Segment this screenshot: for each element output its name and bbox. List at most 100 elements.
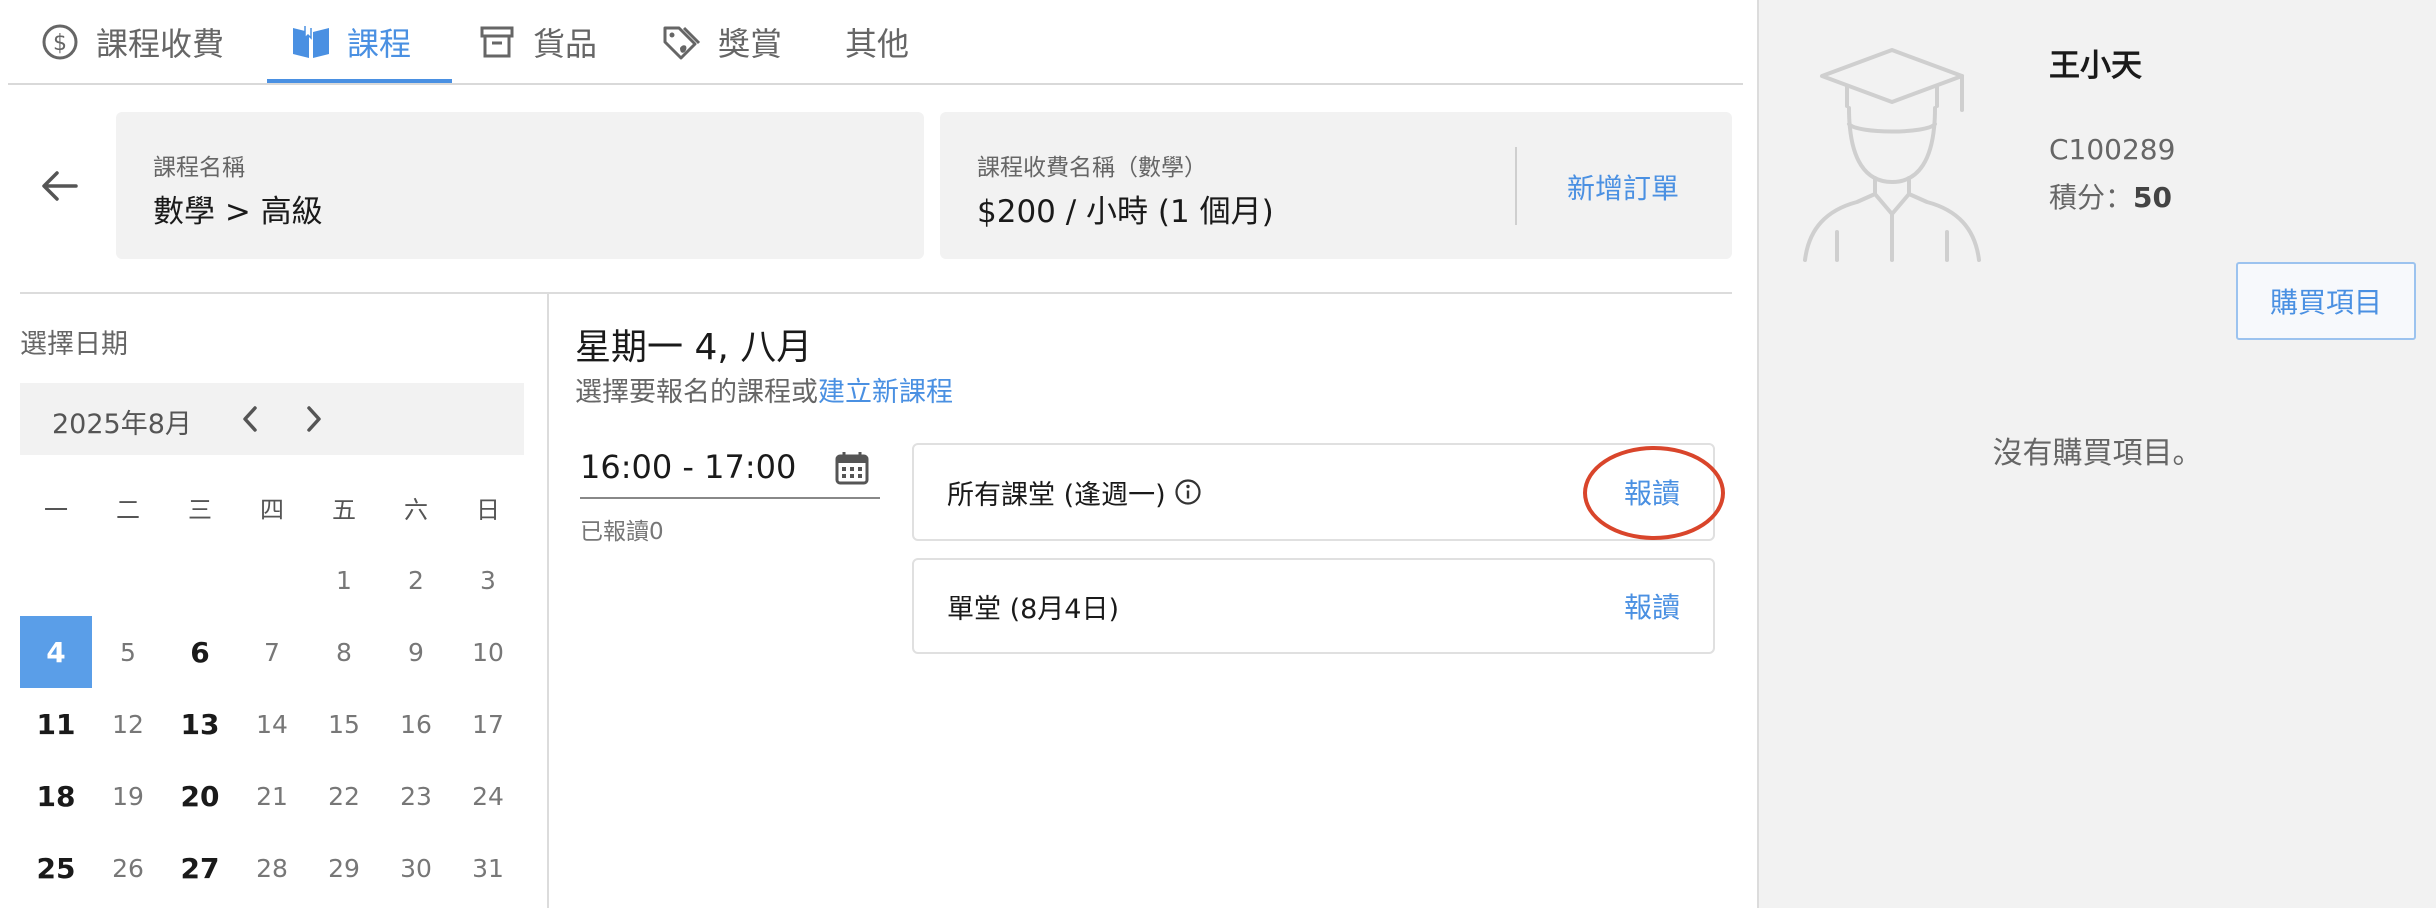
- tab-label: 貨品: [533, 24, 598, 63]
- enrolled-count: 已報讀0: [580, 519, 664, 545]
- column-divider: [547, 293, 549, 908]
- calendar-day[interactable]: 19: [92, 760, 164, 832]
- calendar-icon[interactable]: [834, 450, 870, 486]
- weekday: 六: [404, 496, 428, 524]
- points-label: 積分：: [2049, 181, 2134, 214]
- time-slot-underline: [580, 497, 880, 499]
- calendar-day[interactable]: 9: [380, 616, 452, 688]
- chevron-left-icon: [243, 406, 257, 432]
- calendar-day[interactable]: 24: [452, 760, 524, 832]
- calendar-day[interactable]: 15: [308, 688, 380, 760]
- points-value: 50: [2133, 181, 2172, 214]
- weekday: 二: [116, 496, 140, 524]
- weekday: 日: [476, 496, 500, 524]
- calendar-day[interactable]: 21: [236, 760, 308, 832]
- tab-label: 課程收費: [96, 24, 225, 63]
- calendar-day[interactable]: 29: [308, 832, 380, 904]
- calendar-day[interactable]: 13: [164, 688, 236, 760]
- tab-course-fees[interactable]: $ 課程收費: [40, 0, 224, 83]
- calendar-day[interactable]: 8: [308, 616, 380, 688]
- tab-label: 課程: [347, 24, 412, 63]
- tab-rewards[interactable]: 獎賞: [662, 0, 782, 83]
- empty-purchases-text: 沒有購買項目。: [1992, 436, 2203, 471]
- tab-label: 其他: [845, 24, 910, 63]
- calendar-day: [236, 544, 308, 616]
- student-points: 積分：50: [2049, 176, 2172, 216]
- section-divider: [20, 292, 1732, 294]
- calendar-day[interactable]: 17: [452, 688, 524, 760]
- weekday-header: 一 二 三 四 五 六 日: [20, 490, 524, 530]
- info-icon[interactable]: [1174, 478, 1202, 506]
- enroll-option-label: 單堂 (8月4日): [947, 560, 1119, 652]
- back-button[interactable]: [36, 162, 84, 210]
- tab-courses[interactable]: 課程: [291, 0, 411, 83]
- graduate-avatar-icon: [1803, 48, 1981, 262]
- calendar-day[interactable]: 26: [92, 832, 164, 904]
- calendar-day[interactable]: 25: [20, 832, 92, 904]
- tab-label: 獎賞: [718, 24, 783, 63]
- enroll-button[interactable]: 報讀: [1624, 560, 1680, 652]
- calendar-day[interactable]: 10: [452, 616, 524, 688]
- time-slot: 16:00 - 17:00: [580, 448, 797, 486]
- chevron-right-icon: [307, 406, 321, 432]
- calendar-day[interactable]: 16: [380, 688, 452, 760]
- calendar-day[interactable]: 7: [236, 616, 308, 688]
- tab-products[interactable]: 貨品: [477, 0, 597, 83]
- calendar-week: 4 5 6 7 8 9 10: [20, 616, 524, 688]
- calendar-day[interactable]: 2: [380, 544, 452, 616]
- calendar-day: [92, 544, 164, 616]
- month-label: 2025年8月: [52, 409, 192, 440]
- calendar-week: 11 12 13 14 15 16 17: [20, 688, 524, 760]
- course-fee-value: $200 / 小時 (1 個月): [977, 194, 1274, 230]
- calendar-day[interactable]: 28: [236, 832, 308, 904]
- prev-month-button[interactable]: [232, 401, 268, 437]
- svg-text:$: $: [53, 31, 67, 56]
- tab-other[interactable]: 其他: [845, 0, 909, 83]
- course-fee-card: 課程收費名稱（數學） $200 / 小時 (1 個月) 新增訂單: [940, 112, 1732, 259]
- course-name-card: 課程名稱 數學 > 高級: [116, 112, 924, 259]
- enroll-option-single-session: 單堂 (8月4日) 報讀: [912, 558, 1715, 654]
- calendar-week: 18 19 20 21 22 23 24: [20, 760, 524, 832]
- tags-icon: [662, 22, 702, 62]
- buy-items-button[interactable]: 購買項目: [2236, 262, 2416, 340]
- card-divider: [1515, 147, 1517, 225]
- student-name: 王小天: [2049, 48, 2142, 84]
- calendar-day[interactable]: 1: [308, 544, 380, 616]
- calendar-day[interactable]: 4: [20, 616, 92, 688]
- calendar-day[interactable]: 22: [308, 760, 380, 832]
- open-book-icon: [291, 22, 331, 62]
- new-order-button[interactable]: 新增訂單: [1567, 167, 1679, 207]
- calendar-day[interactable]: 31: [452, 832, 524, 904]
- calendar-day[interactable]: 27: [164, 832, 236, 904]
- enroll-option-label: 所有課堂 (逢週一): [947, 445, 1202, 539]
- next-month-button[interactable]: [296, 401, 332, 437]
- student-code: C100289: [2049, 133, 2176, 166]
- tab-bar: $ 課程收費 課程 貨品 獎賞 其他: [8, 0, 1743, 85]
- course-name-label: 課程名稱: [153, 155, 245, 181]
- highlight-annotation: [1583, 446, 1725, 540]
- calendar-day[interactable]: 11: [20, 688, 92, 760]
- arrow-left-icon: [42, 171, 78, 201]
- calendar-day[interactable]: 23: [380, 760, 452, 832]
- schedule-subtitle-text: 選擇要報名的課程或: [575, 377, 818, 408]
- dollar-circle-icon: $: [40, 22, 80, 62]
- enroll-option-text: 所有課堂 (逢週一): [947, 479, 1166, 511]
- weekday: 一: [44, 496, 68, 524]
- calendar-day[interactable]: 3: [452, 544, 524, 616]
- schedule-subtitle: 選擇要報名的課程或建立新課程: [575, 370, 953, 409]
- month-navigator: 2025年8月: [20, 383, 524, 455]
- course-fee-label: 課程收費名稱（數學）: [977, 155, 1207, 181]
- calendar-day[interactable]: 6: [164, 616, 236, 688]
- enroll-option-text: 單堂 (8月4日): [947, 593, 1120, 625]
- archive-box-icon: [477, 22, 517, 62]
- calendar-day[interactable]: 30: [380, 832, 452, 904]
- weekday: 四: [260, 496, 284, 524]
- weekday: 五: [332, 496, 356, 524]
- calendar-day[interactable]: 18: [20, 760, 92, 832]
- calendar-day[interactable]: 20: [164, 760, 236, 832]
- create-course-link[interactable]: 建立新課程: [818, 377, 953, 408]
- calendar-day[interactable]: 5: [92, 616, 164, 688]
- calendar-day[interactable]: 12: [92, 688, 164, 760]
- weekday: 三: [188, 496, 212, 524]
- calendar-day[interactable]: 14: [236, 688, 308, 760]
